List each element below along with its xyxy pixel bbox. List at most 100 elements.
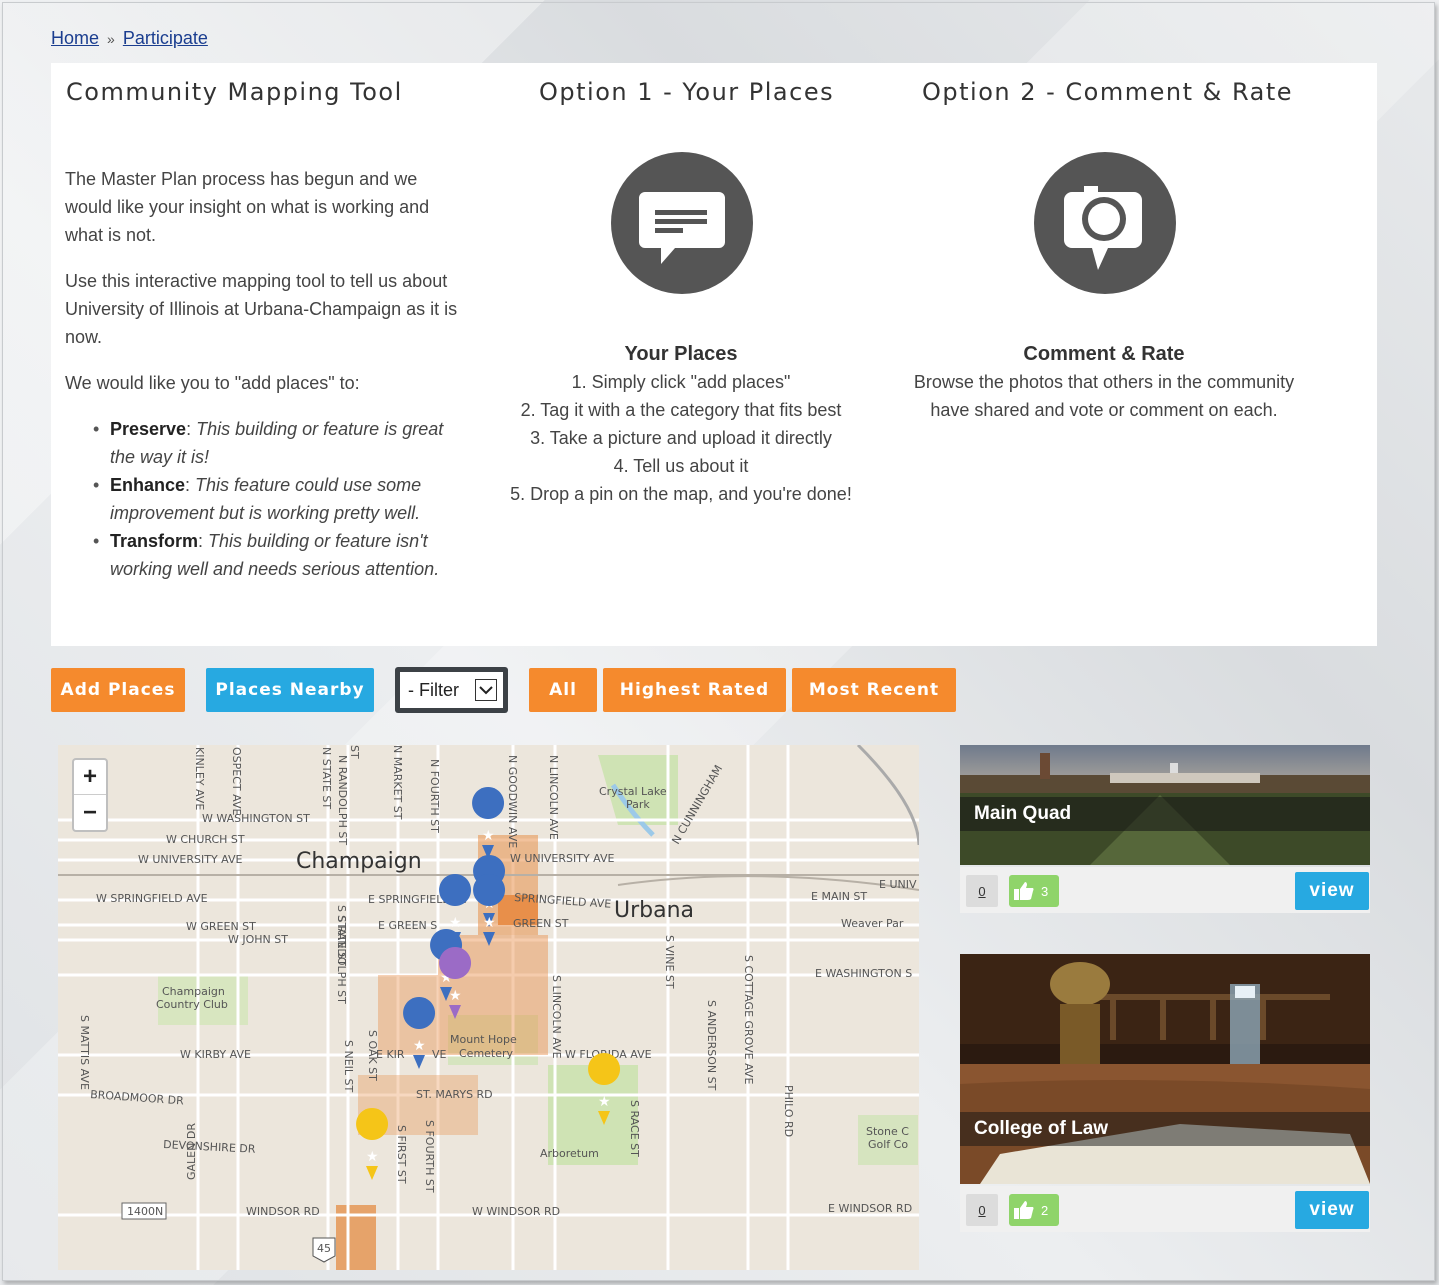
map-street-ve: VE (432, 1048, 447, 1061)
zoom-in-button[interactable]: + (74, 760, 106, 795)
svg-text:★: ★ (366, 1148, 379, 1164)
map-street-n-randolph: N RANDOLPH ST (336, 755, 349, 845)
map-label-country-club-2: Country Club (156, 998, 228, 1011)
place-photo-college-of-law[interactable] (960, 954, 1370, 1184)
all-button[interactable]: All (529, 668, 597, 712)
place-actions: 0 3 view (960, 867, 1370, 913)
filter-select[interactable]: - Filter (400, 672, 503, 708)
map-street-prospect: OSPECT AVE (230, 747, 243, 815)
map-street-w-john: W JOHN ST (228, 933, 288, 946)
intro-paragraph-1: The Master Plan process has begun and we… (65, 169, 430, 245)
svg-text:★: ★ (413, 1037, 426, 1053)
map-street-s-fourth: S FOURTH ST (423, 1120, 436, 1193)
svg-text:★: ★ (483, 914, 496, 930)
map-street-w-springfield: W SPRINGFIELD AVE (96, 892, 208, 905)
option1-step-2: 2. Tag it with a the category that fits … (520, 400, 842, 420)
option2-title: Option 2 - Comment & Rate (922, 78, 1294, 106)
map-label-cemetery-2: Cemetery (459, 1047, 514, 1060)
svg-text:★: ★ (482, 827, 495, 843)
view-button[interactable]: view (1295, 872, 1369, 910)
breadcrumb-separator: » (107, 31, 115, 47)
map-street-e-kirby: E KIR (376, 1048, 405, 1061)
map-street-s-neil: S NEIL ST (342, 1040, 355, 1093)
thumbs-up-icon (1014, 882, 1034, 900)
map[interactable]: Champaign Urbana Crystal Lake Park Champ… (58, 745, 919, 1270)
map-street-n-lincoln: N LINCOLN AVE (547, 755, 560, 840)
camera-icon (1034, 152, 1176, 294)
highest-rated-button[interactable]: Highest Rated (603, 668, 786, 712)
map-street-s-cottage: S COTTAGE GROVE AVE (742, 955, 755, 1084)
map-street-e-washington: E WASHINGTON S (815, 967, 912, 980)
map-canvas: Champaign Urbana Crystal Lake Park Champ… (58, 745, 919, 1270)
chevron-down-icon (475, 679, 497, 701)
map-street-w-green: W GREEN ST (186, 920, 256, 933)
intro-paragraph-2: Use this interactive mapping tool to tel… (65, 271, 458, 347)
category-preserve: Preserve: This building or feature is gr… (93, 415, 460, 471)
map-street-e-univ: E UNIV (879, 878, 917, 891)
map-street-w-kirby: W KIRBY AVE (180, 1048, 251, 1061)
option1-description: Your Places 1. Simply click "add places"… (481, 340, 881, 508)
map-street-st-top: ST (348, 745, 361, 759)
option1-title: Option 1 - Your Places (539, 78, 835, 106)
map-street-s-vine: S VINE ST (663, 935, 676, 989)
map-street-s-randolph: S RANDOLPH ST (335, 915, 348, 1004)
comment-count-button[interactable]: 0 (966, 875, 998, 907)
map-street-w-washington: W WASHINGTON ST (202, 812, 310, 825)
like-button[interactable]: 3 (1009, 875, 1059, 907)
map-street-n-state: N STATE ST (320, 747, 333, 809)
like-count: 2 (1041, 1202, 1049, 1218)
map-street-w-university: W UNIVERSITY AVE (138, 853, 243, 866)
add-places-button[interactable]: Add Places (51, 668, 185, 712)
map-street-windsor: WINDSOR RD (246, 1205, 320, 1218)
comment-count-button[interactable]: 0 (966, 1194, 998, 1226)
map-label-country-club-1: Champaign (162, 985, 225, 998)
option2-heading: Comment & Rate (1023, 343, 1185, 365)
option1-step-4: 4. Tell us about it (613, 456, 749, 476)
map-label-champaign: Champaign (296, 849, 422, 874)
option2-line-1: Browse the photos that others in the com… (913, 372, 1295, 392)
option1-step-5: 5. Drop a pin on the map, and you're don… (510, 484, 852, 504)
zoom-out-button[interactable]: − (74, 795, 106, 830)
map-street-w-university-2: W UNIVERSITY AVE (510, 852, 615, 865)
option2-description: Comment & Rate Browse the photos that ot… (894, 340, 1314, 424)
map-street-e-main: E MAIN ST (811, 890, 867, 903)
breadcrumb: Home » Participate (51, 28, 208, 49)
speech-bubble-icon (611, 152, 753, 294)
map-route-1400n: 1400N (127, 1205, 163, 1218)
place-card: College of Law 0 2 view (960, 954, 1370, 1232)
svg-text:★: ★ (449, 987, 462, 1003)
map-label-stone-creek-1: Stone C (866, 1125, 909, 1138)
like-button[interactable]: 2 (1009, 1194, 1059, 1226)
map-street-kinley: KINLEY AVE (193, 747, 206, 810)
option1-heading: Your Places (624, 343, 738, 365)
map-street-s-mattis: S MATTIS AVE (78, 1015, 91, 1090)
most-recent-button[interactable]: Most Recent (792, 668, 956, 712)
svg-text:★: ★ (598, 1093, 611, 1109)
map-street-e-windsor: E WINDSOR RD (828, 1202, 912, 1215)
category-transform: Transform: This building or feature isn'… (93, 527, 460, 583)
place-title: Main Quad (960, 797, 1370, 831)
filter-select-wrapper: - Filter (395, 667, 508, 713)
places-nearby-button[interactable]: Places Nearby (206, 668, 374, 712)
map-street-s-first: S FIRST ST (395, 1125, 408, 1184)
category-list: Preserve: This building or feature is gr… (93, 415, 460, 583)
option1-step-1: 1. Simply click "add places" (571, 372, 791, 392)
map-label-arboretum: Arboretum (540, 1147, 599, 1160)
option2-line-2: have shared and vote or comment on each. (930, 400, 1278, 420)
svg-text:★: ★ (449, 914, 462, 930)
map-street-n-fourth: N FOURTH ST (428, 759, 441, 833)
intro-paragraph-3: We would like you to "add places" to: (65, 373, 360, 393)
map-street-green: GREEN ST (513, 917, 569, 930)
breadcrumb-current-link[interactable]: Participate (123, 28, 208, 48)
map-label-crystal-lake: Crystal Lake (599, 785, 667, 798)
map-street-philo: PHILO RD (782, 1085, 795, 1137)
thumbs-up-icon (1014, 1201, 1034, 1219)
place-actions: 0 2 view (960, 1186, 1370, 1232)
map-street-n-goodwin: N GOODWIN AVE (506, 755, 519, 848)
view-button[interactable]: view (1295, 1191, 1369, 1229)
category-enhance: Enhance: This feature could use some imp… (93, 471, 460, 527)
breadcrumb-home-link[interactable]: Home (51, 28, 99, 48)
map-street-s-oak: S OAK ST (366, 1030, 379, 1081)
place-card: Main Quad 0 3 view (960, 745, 1370, 913)
map-route-45: 45 (317, 1242, 331, 1255)
